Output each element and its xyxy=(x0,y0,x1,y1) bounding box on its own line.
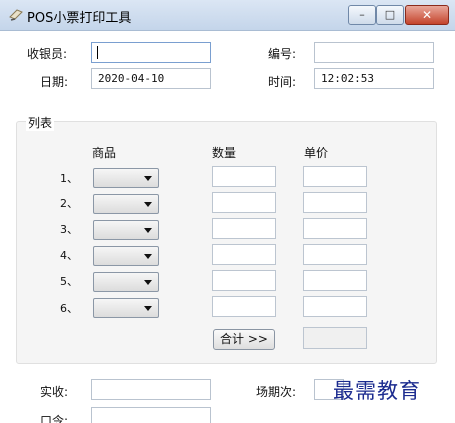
close-button[interactable]: ✕ xyxy=(405,5,449,25)
quantity-input[interactable] xyxy=(212,244,276,265)
date-input[interactable]: 2020-04-10 xyxy=(91,68,211,89)
product-select[interactable] xyxy=(93,168,159,188)
row-number: 1、 xyxy=(60,172,78,185)
product-select[interactable] xyxy=(93,298,159,318)
price-input[interactable] xyxy=(303,270,367,291)
time-label: 时间: xyxy=(268,75,297,89)
minimize-button[interactable]: – xyxy=(348,5,376,25)
price-input[interactable] xyxy=(303,192,367,213)
password-input[interactable] xyxy=(91,407,211,423)
received-input[interactable] xyxy=(91,379,211,400)
number-label: 编号: xyxy=(268,47,297,61)
price-header: 单价 xyxy=(304,146,329,160)
total-output xyxy=(303,327,367,349)
dropdown-arrow-icon xyxy=(144,306,152,311)
time-input[interactable]: 12:02:53 xyxy=(314,68,434,89)
number-input[interactable] xyxy=(314,42,434,63)
maximize-icon: □ xyxy=(384,8,396,21)
quantity-input[interactable] xyxy=(212,192,276,213)
product-select[interactable] xyxy=(93,220,159,240)
dropdown-arrow-icon xyxy=(144,176,152,181)
quantity-header: 数量 xyxy=(212,146,237,160)
app-pos-icon xyxy=(9,9,23,21)
quantity-input[interactable] xyxy=(212,270,276,291)
session-label: 场期次: xyxy=(256,385,297,399)
cashier-label: 收银员: xyxy=(27,47,68,61)
row-number: 6、 xyxy=(60,302,78,315)
minimize-icon: – xyxy=(359,8,365,21)
quantity-input[interactable] xyxy=(212,218,276,239)
row-number: 4、 xyxy=(60,249,78,262)
app-window: POS小票打印工具 – □ ✕ 收银员: 编号: 日期: 2020-04-10 … xyxy=(0,0,455,423)
password-label: 口令: xyxy=(40,414,69,423)
price-input[interactable] xyxy=(303,166,367,187)
price-input[interactable] xyxy=(303,296,367,317)
product-select[interactable] xyxy=(93,246,159,266)
watermark: 最需教育 xyxy=(333,379,421,403)
row-number: 5、 xyxy=(60,275,78,288)
date-label: 日期: xyxy=(40,75,69,89)
dropdown-arrow-icon xyxy=(144,280,152,285)
cashier-input[interactable] xyxy=(91,42,211,63)
price-input[interactable] xyxy=(303,244,367,265)
product-header: 商品 xyxy=(92,146,117,160)
window-title: POS小票打印工具 xyxy=(27,11,132,26)
dropdown-arrow-icon xyxy=(144,202,152,207)
quantity-input[interactable] xyxy=(212,296,276,317)
title-bar[interactable]: POS小票打印工具 – □ ✕ xyxy=(0,0,455,31)
list-group-title: 列表 xyxy=(26,114,55,131)
product-select[interactable] xyxy=(93,272,159,292)
row-number: 2、 xyxy=(60,197,78,210)
total-button[interactable]: 合计 >> xyxy=(213,329,275,350)
received-label: 实收: xyxy=(40,385,69,399)
maximize-button[interactable]: □ xyxy=(376,5,404,25)
dropdown-arrow-icon xyxy=(144,228,152,233)
quantity-input[interactable] xyxy=(212,166,276,187)
text-caret xyxy=(97,46,98,59)
close-icon: ✕ xyxy=(421,8,433,22)
product-select[interactable] xyxy=(93,194,159,214)
price-input[interactable] xyxy=(303,218,367,239)
row-number: 3、 xyxy=(60,223,78,236)
dropdown-arrow-icon xyxy=(144,254,152,259)
